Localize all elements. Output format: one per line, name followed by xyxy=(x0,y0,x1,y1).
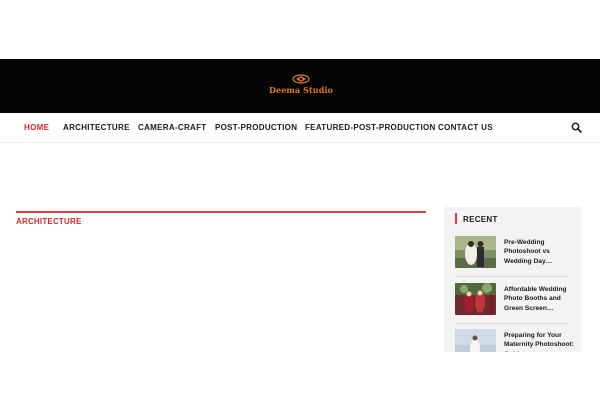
nav-item-architecture[interactable]: ARCHITECTURE xyxy=(63,123,130,132)
nav-item-contact-us[interactable]: CONTACT US xyxy=(438,123,493,132)
main-navigation: HOME ARCHITECTURE CAMERA-CRAFT POST-PROD… xyxy=(0,113,600,143)
post-title[interactable]: Pre-Wedding Photoshoot vs Wedding Day… xyxy=(504,238,576,266)
post-title[interactable]: Preparing for Your Maternity Photoshoot:… xyxy=(504,331,576,352)
post-thumbnail-image[interactable] xyxy=(455,329,496,352)
post-thumbnail-image[interactable] xyxy=(455,283,496,315)
post-thumbnail-image[interactable] xyxy=(455,236,496,268)
logo-mark-icon xyxy=(292,74,310,84)
nav-item-camera-craft[interactable]: CAMERA-CRAFT xyxy=(138,123,206,132)
recent-posts-widget: RECENT Pre-Wedding Photoshoot vs Wedding… xyxy=(444,207,581,352)
widget-title: RECENT xyxy=(463,215,498,224)
widget-title-accent xyxy=(455,213,457,224)
category-title: ARCHITECTURE xyxy=(16,217,82,226)
recent-post-item[interactable]: Pre-Wedding Photoshoot vs Wedding Day… xyxy=(455,236,575,272)
category-heading-rule xyxy=(16,211,426,213)
post-title[interactable]: Affordable Wedding Photo Booths and Gree… xyxy=(504,285,576,313)
nav-item-post-production[interactable]: POST-PRODUCTION xyxy=(215,123,297,132)
post-divider xyxy=(455,276,568,277)
recent-post-item[interactable]: Preparing for Your Maternity Photoshoot:… xyxy=(455,329,575,352)
site-logo[interactable]: Deema Studio xyxy=(266,74,336,98)
post-divider xyxy=(455,323,568,324)
search-icon[interactable] xyxy=(571,122,582,133)
site-logo-text: Deema Studio xyxy=(268,85,333,95)
nav-item-featured-post-production[interactable]: FEATURED-POST-PRODUCTION xyxy=(305,123,436,132)
recent-post-item[interactable]: Affordable Wedding Photo Booths and Gree… xyxy=(455,283,575,319)
site-header: Deema Studio xyxy=(0,59,600,113)
nav-item-home[interactable]: HOME xyxy=(24,123,49,132)
